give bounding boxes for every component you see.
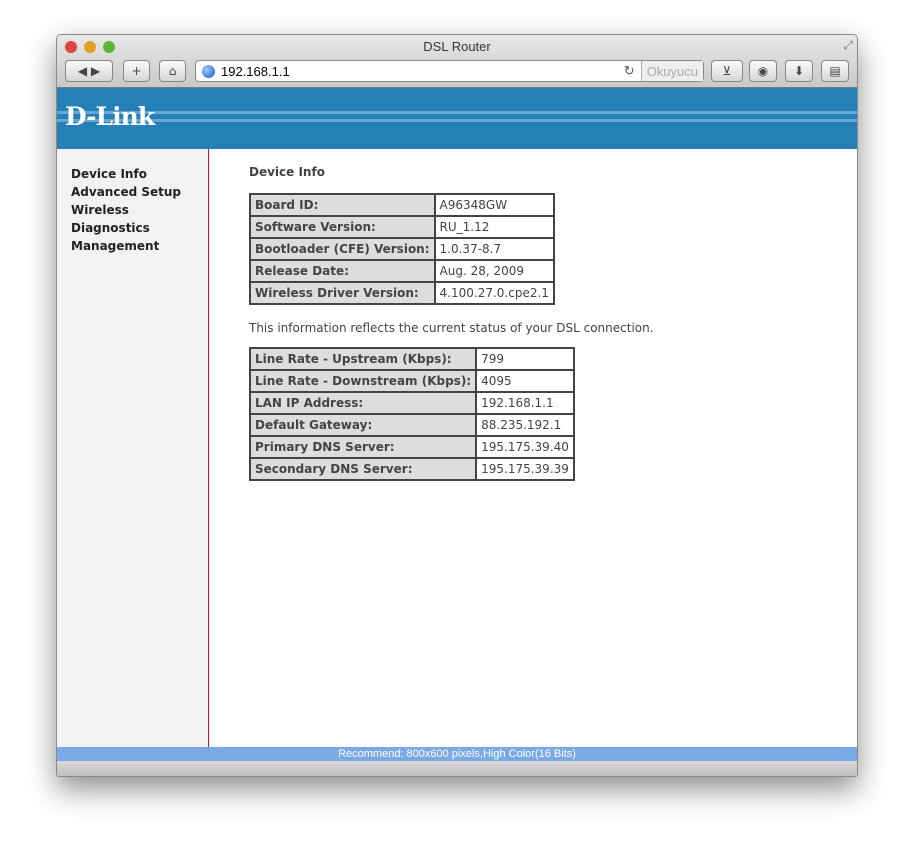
row-value: 195.175.39.39: [475, 457, 575, 481]
table-row: Line Rate - Upstream (Kbps): 799: [248, 347, 575, 371]
connection-status-table: Line Rate - Upstream (Kbps): 799 Line Rate…: [248, 347, 575, 481]
table-row: Bootloader (CFE) Version: 1.0.37-8.7: [249, 237, 555, 261]
sidebar-button[interactable]: ▤: [821, 60, 849, 82]
table-row: Board ID: A96348GW: [249, 193, 555, 217]
table-row: Primary DNS Server: 195.175.39.40: [248, 435, 575, 459]
table-row: LAN IP Address: 192.168.1.1: [248, 391, 575, 415]
sidebar-item-diagnostics[interactable]: Diagnostics: [71, 219, 208, 237]
header-banner: D-Link: [57, 88, 857, 149]
row-label: Release Date:: [249, 259, 436, 283]
browser-window: DSL Router ⤢ ◀ ▶ + ⌂ 192.168.1.1 ↻ Okuyu…: [56, 34, 858, 777]
table-row: Secondary DNS Server: 195.175.39.39: [248, 457, 575, 481]
row-value: 4.100.27.0.cpe2.1: [433, 281, 555, 305]
info-text: This information reflects the current st…: [249, 321, 654, 335]
sidebar-item-management[interactable]: Management: [71, 237, 208, 255]
row-value: Aug. 28, 2009: [433, 259, 555, 283]
address-bar[interactable]: 192.168.1.1 ↻ Okuyucu: [195, 60, 704, 82]
globe-icon: [202, 64, 215, 78]
reader-button[interactable]: Okuyucu: [640, 61, 703, 81]
account-button[interactable]: ◉: [749, 60, 777, 82]
row-label: Secondary DNS Server:: [248, 457, 478, 481]
row-value: 195.175.39.40: [475, 435, 575, 459]
table-row: Release Date: Aug. 28, 2009: [249, 259, 555, 283]
add-tab-button[interactable]: +: [123, 60, 150, 82]
window-title: DSL Router: [423, 39, 491, 54]
home-icon: ⌂: [168, 64, 177, 78]
sidebar-item-device-info[interactable]: Device Info: [71, 165, 208, 183]
device-info-table: Board ID: A96348GW Software Version: RU_1.1…: [249, 193, 555, 305]
row-value: 799: [475, 347, 575, 371]
row-value: 4095: [475, 369, 575, 393]
sidebar-item-advanced-setup[interactable]: Advanced Setup: [71, 183, 208, 201]
downloads-button[interactable]: ⬇: [785, 60, 813, 82]
row-label: Line Rate - Upstream (Kbps):: [248, 347, 478, 371]
dlink-logo: D-Link: [65, 102, 155, 131]
fullscreen-icon[interactable]: ⤢: [843, 38, 853, 53]
page-title: Device Info: [249, 165, 325, 179]
row-label: Default Gateway:: [248, 413, 478, 437]
share-button[interactable]: ⊻: [711, 60, 743, 82]
table-row: Software Version: RU_1.12: [249, 215, 555, 239]
table-row: Wireless Driver Version: 4.100.27.0.cpe2.…: [249, 281, 555, 305]
row-value: 192.168.1.1: [475, 391, 575, 415]
row-value: A96348GW: [433, 193, 555, 217]
footer-recommendation: Recommend: 800x600 pixels,High Color(16 …: [57, 747, 857, 761]
row-value: RU_1.12: [433, 215, 555, 239]
url-text[interactable]: 192.168.1.1: [221, 64, 290, 79]
sidebar-item-wireless[interactable]: Wireless: [71, 201, 208, 219]
browser-toolbar: DSL Router ⤢ ◀ ▶ + ⌂ 192.168.1.1 ↻ Okuyu…: [57, 35, 857, 88]
main-content: Device Info Board ID: A96348GW Software Ve…: [248, 165, 654, 481]
sidebar: Device Info Advanced Setup Wireless Diag…: [57, 149, 209, 747]
row-label: LAN IP Address:: [248, 391, 478, 415]
row-value: 1.0.37-8.7: [433, 237, 555, 261]
row-label: Software Version:: [249, 215, 436, 239]
home-button[interactable]: ⌂: [159, 60, 186, 82]
row-label: Board ID:: [249, 193, 436, 217]
row-label: Primary DNS Server:: [248, 435, 478, 459]
table-row: Default Gateway: 88.235.192.1: [248, 413, 575, 437]
row-label: Line Rate - Downstream (Kbps):: [248, 369, 478, 393]
row-label: Bootloader (CFE) Version:: [249, 237, 436, 261]
row-label: Wireless Driver Version:: [249, 281, 436, 305]
back-forward-button[interactable]: ◀ ▶: [65, 60, 113, 82]
reload-icon[interactable]: ↻: [624, 63, 635, 79]
status-bar: [57, 761, 857, 776]
table-row: Line Rate - Downstream (Kbps): 4095: [248, 369, 575, 393]
row-value: 88.235.192.1: [475, 413, 575, 437]
